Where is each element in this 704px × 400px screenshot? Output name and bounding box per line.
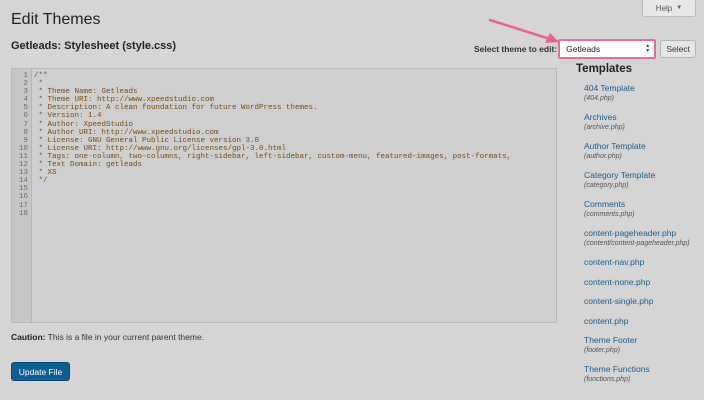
template-item: content-pageheader.php (content/content-p… — [576, 228, 700, 249]
updown-arrows-icon: ▲ ▼ — [645, 42, 651, 54]
template-item: Theme Footer (footer.php) — [576, 335, 700, 356]
line-number: 11 — [18, 152, 28, 161]
theme-select-label: Select theme to edit: — [474, 43, 558, 54]
template-item: Category Template (category.php) — [576, 170, 700, 191]
file-heading: Getleads: Stylesheet (style.css) — [11, 40, 177, 52]
line-number: 13 — [18, 169, 28, 178]
code-line: * Description: A clean foundation for fu… — [34, 104, 318, 113]
code-content[interactable]: /** * * Theme Name: Getleads * Theme URI… — [32, 69, 556, 322]
templates-sidebar: Templates 404 Template (404.php) Archives(… — [576, 63, 700, 393]
template-link[interactable]: content-nav.php — [584, 257, 700, 268]
update-file-button[interactable]: Update File — [11, 362, 70, 381]
caution-label: Caution: — [11, 332, 46, 342]
theme-select[interactable]: Getleads ▲ ▼ — [558, 38, 657, 59]
caution-text: This is a file in your current parent th… — [45, 332, 205, 342]
template-link[interactable]: content-single.php — [584, 296, 700, 307]
templates-heading: Templates — [576, 63, 633, 75]
line-number: 4 — [23, 96, 28, 105]
line-number: 12 — [18, 161, 28, 170]
template-filename: (author.php) — [584, 153, 622, 160]
code-line: * XS — [34, 169, 57, 178]
line-number: 8 — [23, 128, 28, 137]
line-number: 14 — [18, 177, 28, 186]
line-number: 5 — [23, 104, 28, 113]
line-number: 10 — [18, 144, 28, 153]
code-line: * License URI: http://www.gnu.org/licens… — [34, 144, 287, 153]
template-item: 404 Template (404.php) — [576, 83, 700, 104]
line-number: 1 — [23, 72, 28, 80]
template-filename: (category.php) — [584, 182, 629, 189]
line-number: 3 — [23, 88, 28, 97]
code-line: * Theme Name: Getleads — [34, 88, 138, 97]
theme-selector: Select theme to edit: Getleads ▲ ▼ Select — [474, 38, 697, 59]
template-filename: (functions.php) — [584, 376, 631, 383]
select-button[interactable]: Select — [660, 39, 697, 58]
template-link[interactable]: Theme Functions — [584, 364, 700, 375]
line-number: 9 — [23, 136, 28, 145]
template-item: content-none.php — [576, 277, 700, 288]
code-line: * Text Domain: getleads — [34, 161, 143, 170]
code-line: * License: GNU General Public License ve… — [34, 136, 260, 145]
line-number: 6 — [23, 112, 28, 121]
template-filename: (archive.php) — [584, 124, 625, 131]
help-tab[interactable]: Help ▼ — [642, 0, 696, 17]
code-line: * — [34, 80, 44, 89]
line-number: 16 — [18, 193, 28, 202]
template-item: content-nav.php — [576, 257, 700, 268]
code-line: * Author: XpeedStudio — [34, 120, 134, 129]
templates-list: 404 Template (404.php) Archives (archive.ph… — [576, 83, 700, 385]
code-editor[interactable]: 1 2 3 4 5 6 7 8 9 10 11 12 13 14 15 16 17 18 /** * * Them… — [11, 68, 557, 323]
code-line: * Author URI: http://www.xpeedstudio.com — [34, 128, 219, 137]
caution-note: Caution: This is a file in your current … — [11, 332, 204, 342]
line-numbers: 1 2 3 4 5 6 7 8 9 10 11 12 13 14 15 16 17 18 — [12, 69, 32, 322]
code-line: */ — [34, 177, 48, 186]
template-filename: (comments.php) — [584, 211, 635, 218]
template-link[interactable]: content.php — [584, 316, 700, 327]
line-number: 17 — [18, 201, 28, 210]
code-line: /** — [34, 72, 48, 80]
template-link[interactable]: Category Template — [584, 170, 700, 181]
template-filename: (footer.php) — [584, 347, 620, 354]
template-filename: (content/content-pageheader.php) — [584, 240, 690, 247]
line-number: 15 — [18, 185, 28, 194]
code-line: * Version: 1.4 — [34, 112, 102, 121]
template-item: content.php — [576, 316, 700, 327]
template-link[interactable]: content-pageheader.php — [584, 228, 700, 239]
line-number: 18 — [18, 209, 28, 218]
template-link[interactable]: Comments — [584, 199, 700, 210]
template-link[interactable]: content-none.php — [584, 277, 700, 288]
template-item: Author Template (author.php) — [576, 141, 700, 162]
code-line: * Theme URI: http://www.xpeedstudio.com — [34, 96, 215, 105]
template-link[interactable]: Archives — [584, 112, 700, 123]
page-title: Edit Themes — [11, 11, 101, 28]
help-label: Help — [655, 3, 673, 13]
template-item: Archives (archive.php) — [576, 112, 700, 133]
template-link[interactable]: Author Template — [584, 141, 700, 152]
template-item: Comments (comments.php) — [576, 199, 700, 220]
line-number: 2 — [23, 80, 28, 89]
template-item: Theme Functions (functions.php) — [576, 364, 700, 385]
code-line: * Tags: one-column, two-columns, right-s… — [34, 152, 512, 161]
template-item: content-single.php — [576, 296, 700, 307]
template-filename: (404.php) — [584, 95, 614, 102]
theme-select-value: Getleads — [566, 43, 601, 54]
template-link[interactable]: Theme Footer — [584, 335, 700, 346]
template-link[interactable]: 404 Template — [584, 83, 700, 94]
line-number: 7 — [23, 120, 28, 129]
caret-down-icon: ▼ — [676, 5, 683, 11]
